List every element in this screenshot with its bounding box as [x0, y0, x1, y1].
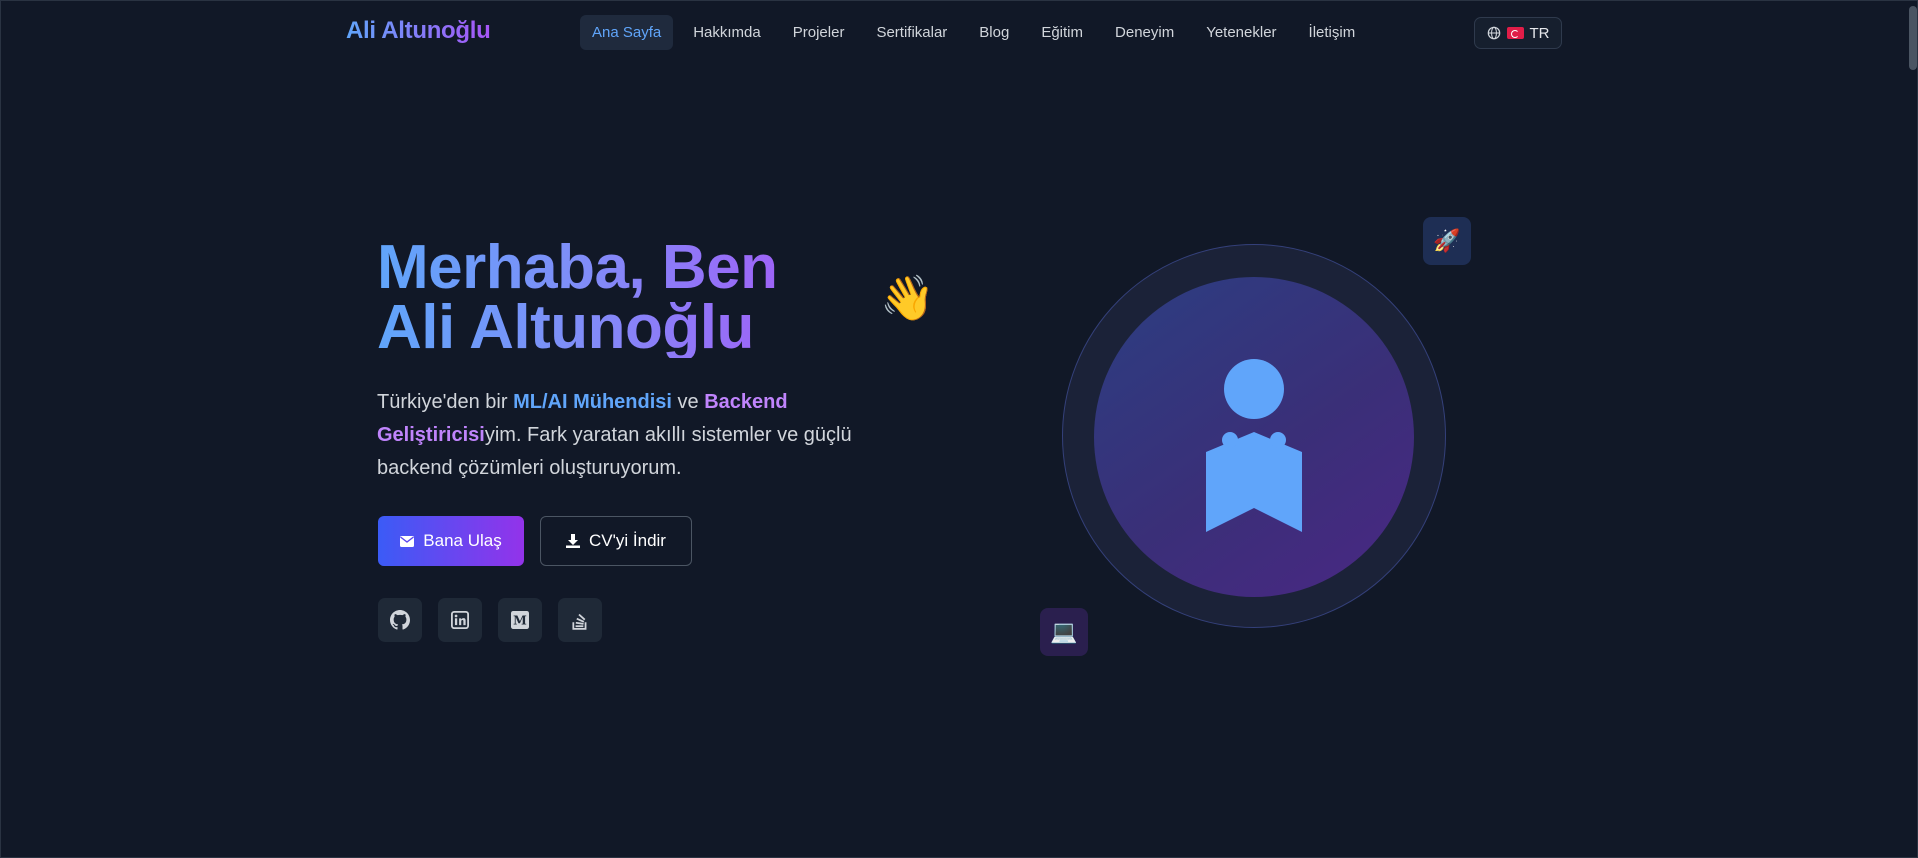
- nav-item-skills[interactable]: Yetenekler: [1194, 15, 1288, 50]
- window-frame: [0, 0, 1918, 858]
- download-cv-label: CV'yi İndir: [589, 531, 666, 550]
- github-icon: [390, 610, 410, 630]
- waving-hand-icon: 👋: [880, 274, 935, 323]
- nav-item-contact[interactable]: İletişim: [1297, 15, 1368, 50]
- page-scrollbar[interactable]: [1909, 6, 1917, 70]
- nav-links: Ana Sayfa Hakkımda Projeler Sertifikalar…: [580, 15, 1367, 50]
- language-switcher[interactable]: TR: [1474, 17, 1562, 49]
- navbar: Ali Altunoğlu Ana Sayfa Hakkımda Projele…: [0, 0, 1918, 66]
- envelope-icon: [400, 535, 415, 547]
- nav-item-blog[interactable]: Blog: [967, 15, 1021, 50]
- medium-icon: M: [511, 611, 529, 629]
- nav-item-experience[interactable]: Deneyim: [1103, 15, 1186, 50]
- contact-me-label: Bana Ulaş: [423, 531, 502, 550]
- download-cv-button[interactable]: CV'yi İndir: [540, 516, 692, 566]
- nav-item-education[interactable]: Eğitim: [1029, 15, 1095, 50]
- rocket-badge: 🚀: [1423, 217, 1471, 265]
- language-label: TR: [1529, 24, 1550, 42]
- hero-description: Türkiye'den bir ML/AI Mühendisi ve Backe…: [377, 386, 897, 485]
- role-ml-engineer: ML/AI Mühendisi: [513, 391, 672, 413]
- desc-mid: ve: [671, 391, 705, 413]
- download-icon: [566, 534, 581, 548]
- svg-text:M: M: [513, 613, 527, 628]
- nav-item-home[interactable]: Ana Sayfa: [580, 15, 674, 50]
- globe-icon: [1487, 26, 1501, 40]
- linkedin-icon: [451, 611, 469, 629]
- stackoverflow-icon: [571, 610, 589, 630]
- laptop-badge: 💻: [1040, 608, 1088, 656]
- github-link[interactable]: [378, 598, 422, 642]
- linkedin-link[interactable]: [438, 598, 482, 642]
- stackoverflow-link[interactable]: [558, 598, 602, 642]
- desc-prefix: Türkiye'den bir: [377, 391, 514, 413]
- hero-title: Merhaba, Ben Ali Altunoğlu: [377, 238, 847, 358]
- turkey-flag-icon: [1506, 27, 1524, 39]
- hero-title-line1: Merhaba, Ben: [377, 233, 778, 302]
- hero-title-line2: Ali Altunoğlu: [377, 293, 754, 362]
- nav-item-about[interactable]: Hakkımda: [681, 15, 773, 50]
- social-links: M: [378, 598, 602, 642]
- contact-me-button[interactable]: Bana Ulaş: [378, 516, 524, 566]
- nav-item-projects[interactable]: Projeler: [781, 15, 857, 50]
- person-avatar-icon: [1206, 359, 1302, 532]
- medium-link[interactable]: M: [498, 598, 542, 642]
- nav-item-certificates[interactable]: Sertifikalar: [864, 15, 959, 50]
- brand-logo[interactable]: Ali Altunoğlu: [346, 17, 491, 45]
